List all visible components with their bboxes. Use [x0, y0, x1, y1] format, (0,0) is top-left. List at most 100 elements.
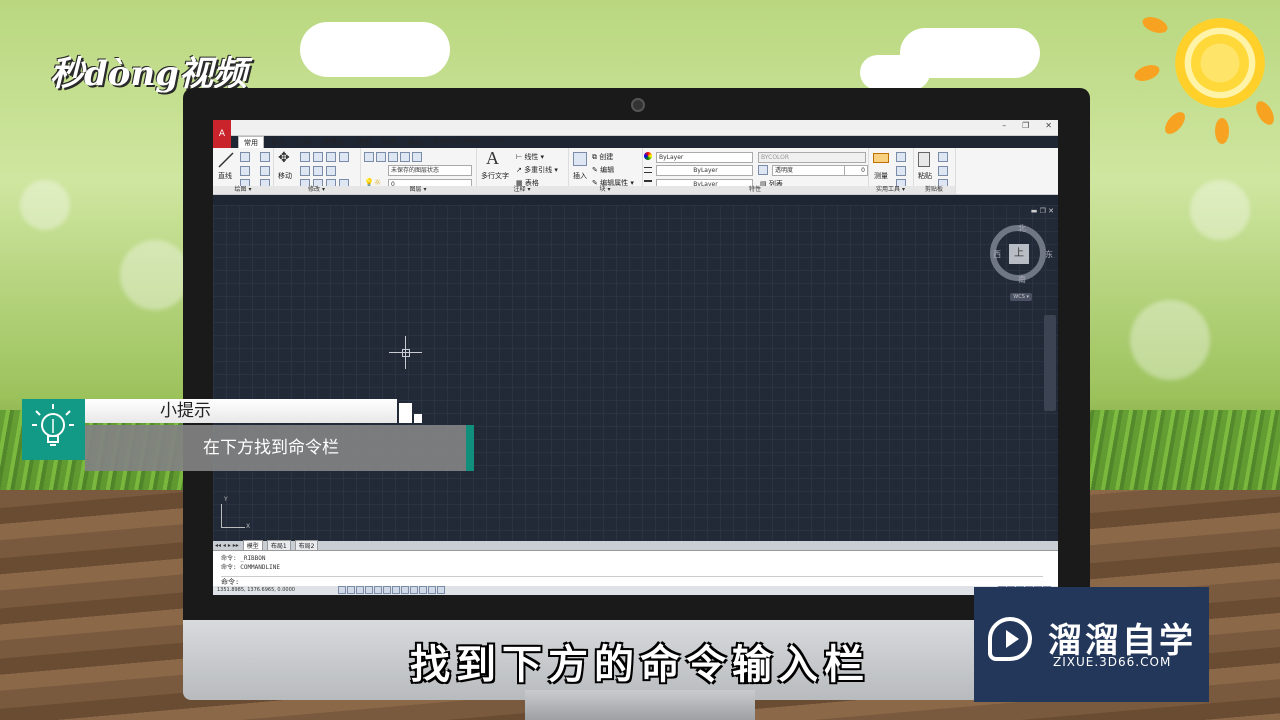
move-icon[interactable]: ✥	[278, 150, 290, 166]
circle-icon[interactable]	[240, 166, 250, 176]
polyline-icon[interactable]	[240, 152, 250, 162]
polar-toggle[interactable]	[365, 586, 373, 594]
layer-off-icon[interactable]	[412, 152, 422, 162]
tip-accent-bar	[466, 425, 474, 471]
transparency-icon[interactable]	[758, 165, 768, 175]
layer-match-icon[interactable]	[388, 152, 398, 162]
bokeh-light	[20, 180, 70, 230]
clipboard-panel: 粘贴 剪贴板	[913, 148, 956, 194]
layer-state-dropdown[interactable]: 未保存的图层状态	[388, 165, 472, 176]
mtext-icon[interactable]: A	[486, 148, 499, 169]
transparency-field[interactable]: 透明度	[772, 165, 846, 176]
draw-panel-title[interactable]: 绘图 ▾	[213, 186, 273, 194]
viewcube-north[interactable]: 北	[1018, 223, 1026, 234]
layers-panel-title[interactable]: 图层 ▾	[360, 186, 476, 194]
hatch-icon[interactable]	[260, 166, 270, 176]
ducs-toggle[interactable]	[392, 586, 400, 594]
trim-icon[interactable]	[313, 152, 323, 162]
tip-text: 在下方找到命令栏	[203, 438, 339, 458]
linetype-dropdown[interactable]: ByLayer	[656, 165, 753, 176]
annotation-panel-title[interactable]: 注释 ▾	[476, 186, 568, 194]
transparency-value[interactable]: 0	[844, 165, 868, 176]
rotate-icon[interactable]	[300, 152, 310, 162]
measure-label[interactable]: 测量	[874, 171, 888, 181]
create-block-button[interactable]: ⧉ 创建	[592, 152, 613, 162]
tpy-toggle[interactable]	[419, 586, 427, 594]
autocad-app-menu-button[interactable]: A	[213, 120, 231, 148]
edit-block-label: 编辑	[600, 166, 615, 174]
osnap-toggle[interactable]	[374, 586, 382, 594]
mtext-tool-label[interactable]: 多行文字	[481, 171, 509, 181]
viewcube-east[interactable]: 东	[1045, 249, 1053, 260]
snap-toggle[interactable]	[338, 586, 346, 594]
copy-clip-icon[interactable]	[938, 166, 948, 176]
edit-block-button[interactable]: ✎ 编辑	[592, 165, 614, 175]
zixue-watermark: 溜溜自学 ZIXUE.3D66.COM	[974, 587, 1209, 702]
move-tool-label[interactable]: 移动	[278, 171, 292, 181]
utilities-panel: 测量 实用工具 ▾	[868, 148, 914, 194]
modify-panel: ✥ 移动 修改 ▾	[273, 148, 361, 194]
color-wheel-icon[interactable]	[644, 152, 652, 160]
line-tool-icon[interactable]	[217, 151, 235, 169]
sc-toggle[interactable]	[437, 586, 445, 594]
measure-icon[interactable]	[873, 153, 889, 163]
viewport-controls[interactable]: ▬ ❐ ✕	[1031, 207, 1054, 215]
lwt-toggle[interactable]	[410, 586, 418, 594]
plotstyle-dropdown[interactable]: BYCOLOR	[758, 152, 866, 163]
minimize-icon[interactable]: –	[1002, 121, 1006, 130]
crosshair-pickbox	[402, 349, 410, 357]
viewcube-top-face[interactable]: 上	[1009, 244, 1029, 264]
utilities-panel-title[interactable]: 实用工具 ▾	[868, 186, 913, 194]
multileader-button[interactable]: ↗ 多重引线 ▾	[516, 165, 558, 175]
play-logo-icon	[988, 617, 1032, 661]
create-block-label: 创建	[599, 153, 614, 161]
close-icon[interactable]: ✕	[1045, 121, 1052, 130]
linear-dimension-button[interactable]: ⊢ 线性 ▾	[516, 152, 544, 162]
bokeh-light	[120, 240, 190, 310]
drawing-canvas[interactable]: ▬ ❐ ✕ 上 北 南 东 西 WCS ▾ Y X	[213, 205, 1058, 541]
explode-icon[interactable]	[326, 166, 336, 176]
fillet-icon[interactable]	[313, 166, 323, 176]
quick-select-icon[interactable]	[896, 152, 906, 162]
ortho-toggle[interactable]	[356, 586, 364, 594]
webcam	[631, 98, 645, 112]
multileader-label: 多重引线 ▾	[524, 166, 558, 174]
modify-panel-title[interactable]: 修改 ▾	[273, 186, 360, 194]
restore-icon[interactable]: ❐	[1022, 121, 1029, 130]
insert-block-icon[interactable]	[573, 152, 587, 166]
layer-properties-icon[interactable]	[364, 152, 374, 162]
monitor-stand	[525, 690, 755, 720]
mirror-icon[interactable]	[300, 166, 310, 176]
dyn-toggle[interactable]	[401, 586, 409, 594]
viewcube-south[interactable]: 南	[1018, 274, 1026, 285]
erase-icon[interactable]	[326, 152, 336, 162]
wcs-menu[interactable]: WCS ▾	[1010, 293, 1032, 301]
insert-block-label[interactable]: 插入	[573, 171, 587, 181]
viewcube-west[interactable]: 西	[993, 249, 1001, 260]
paste-label[interactable]: 粘贴	[918, 171, 932, 181]
bokeh-light	[1190, 180, 1250, 240]
clipboard-panel-title[interactable]: 剪贴板	[913, 186, 955, 194]
properties-panel: ByLayer ByLayer ByLayer BYCOLOR 透明度 0 ▤ …	[642, 148, 869, 194]
block-panel-title[interactable]: 块 ▾	[568, 186, 642, 194]
paste-icon[interactable]	[918, 152, 930, 167]
grid-toggle[interactable]	[347, 586, 355, 594]
qp-toggle[interactable]	[428, 586, 436, 594]
watermark-url: ZIXUE.3D66.COM	[1053, 655, 1172, 669]
layer-iso-icon[interactable]	[400, 152, 410, 162]
cut-icon[interactable]	[938, 152, 948, 162]
command-history-line: 命令: _RIBBON	[221, 555, 266, 562]
id-point-icon[interactable]	[896, 166, 906, 176]
properties-panel-title[interactable]: 特性	[642, 186, 868, 194]
layout-nav-arrows[interactable]: ◂◂ ◂ ▸ ▸▸	[215, 542, 239, 549]
command-input[interactable]: 命令:	[221, 576, 1043, 586]
navigation-bar[interactable]	[1044, 315, 1056, 411]
otrack-toggle[interactable]	[383, 586, 391, 594]
color-dropdown[interactable]: ByLayer	[656, 152, 753, 163]
window-controls: – ❐ ✕	[1002, 121, 1052, 130]
line-tool-label[interactable]: 直线	[218, 171, 232, 181]
copy-icon[interactable]	[339, 152, 349, 162]
rectangle-icon[interactable]	[260, 152, 270, 162]
layer-state-icon[interactable]	[376, 152, 386, 162]
linetype-icon[interactable]	[644, 167, 652, 173]
